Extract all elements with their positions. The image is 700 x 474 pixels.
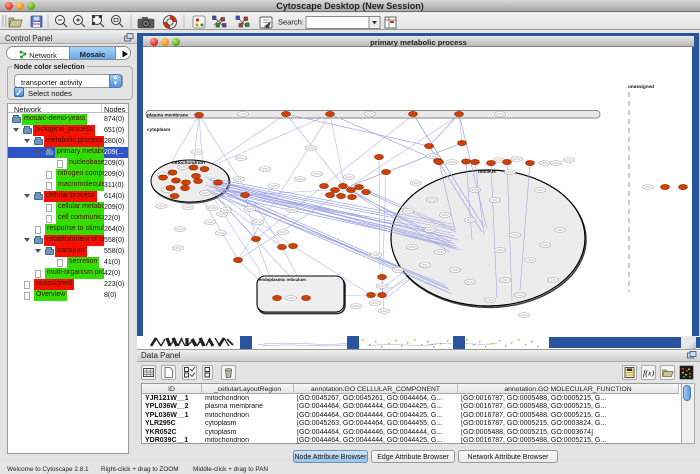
svg-text:endoplasmic reticulum: endoplasmic reticulum bbox=[259, 277, 306, 282]
svg-text:plasma membrane: plasma membrane bbox=[147, 113, 189, 118]
svg-text:mitochondrion: mitochondrion bbox=[172, 160, 205, 165]
svg-text:unassigned: unassigned bbox=[628, 84, 654, 89]
svg-text:Search:: Search: bbox=[278, 18, 304, 27]
svg-text:f(x): f(x) bbox=[643, 369, 654, 378]
svg-text:nucleus: nucleus bbox=[478, 169, 496, 174]
svg-text:cytoplasm: cytoplasm bbox=[147, 127, 170, 132]
